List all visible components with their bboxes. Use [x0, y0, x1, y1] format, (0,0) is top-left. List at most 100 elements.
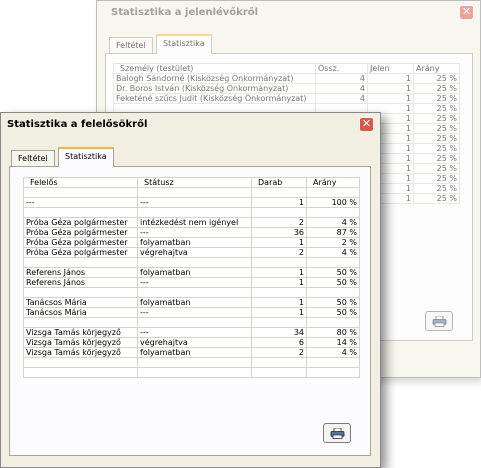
table-cell [251, 367, 307, 378]
table-row[interactable] [23, 257, 360, 268]
table-row[interactable] [23, 187, 360, 198]
table-cell [23, 357, 138, 368]
table-cell [251, 317, 307, 328]
window-title: Statisztika a felelősökről [1, 113, 380, 137]
table-cell: folyamatban [137, 237, 252, 248]
table-cell: 50 % [306, 267, 360, 278]
tab-feltetel[interactable]: Feltétel [11, 150, 55, 166]
table-cell: 87 % [306, 227, 360, 238]
table-cell [306, 357, 360, 368]
table-row[interactable]: Próba Géza polgármester intézkedést nem i… [23, 217, 360, 228]
table-row[interactable] [23, 317, 360, 328]
column-header-arany[interactable]: Arány [413, 63, 460, 74]
table-row[interactable]: Tanácsos Mária --- 1 50 % [23, 307, 360, 318]
table-row[interactable]: Referens János folyamatban 1 50 % [23, 267, 360, 278]
table-cell: 25 % [413, 163, 460, 174]
table-cell: 25 % [413, 123, 460, 134]
table-row[interactable]: --- --- 1 100 % [23, 197, 360, 208]
table-cell [306, 207, 360, 218]
table-cell: 1 [251, 197, 307, 208]
table-cell: 4 % [306, 347, 360, 358]
table-row[interactable]: Vizsga Tamás körjegyző végrehajtva 6 14 % [23, 337, 360, 348]
tab-statisztika[interactable]: Statisztika [156, 34, 212, 54]
table-cell: Referens János [23, 277, 138, 288]
table-cell: Próba Géza polgármester [23, 227, 138, 238]
column-header-statusz[interactable]: Státusz [137, 177, 252, 188]
tab-statisztika[interactable]: Statisztika [58, 147, 114, 167]
table-cell [251, 187, 307, 198]
table-row[interactable]: Balogh Sándorné (Kisközség Önkormányzat)… [113, 73, 460, 84]
table-row[interactable]: Dr. Boros István (Kisközség Önkormányzat… [113, 83, 460, 94]
table-cell: 25 % [413, 73, 460, 84]
table-cell: 25 % [413, 133, 460, 144]
table-cell: Próba Géza polgármester [23, 237, 138, 248]
column-header-ossz[interactable]: Össz. [315, 63, 368, 74]
printer-icon [432, 316, 447, 327]
table-cell: 4 [315, 83, 368, 94]
column-header-felelos[interactable]: Felelős [23, 177, 138, 188]
table-cell: Tanácsos Mária [23, 297, 138, 308]
table-cell [23, 187, 138, 198]
table-cell [137, 357, 252, 368]
tab-feltetel[interactable]: Feltétel [109, 37, 153, 53]
table-row[interactable]: Referens János --- 1 50 % [23, 277, 360, 288]
column-header-arany[interactable]: Arány [306, 177, 360, 188]
table-cell: 4 % [306, 247, 360, 258]
table-header: Személy (testület) Össz. Jelen Arány [113, 63, 460, 74]
table-cell: 25 % [413, 93, 460, 104]
table-cell: 25 % [413, 173, 460, 184]
table-cell [251, 207, 307, 218]
table-cell [306, 367, 360, 378]
column-header-darab[interactable]: Darab [251, 177, 307, 188]
table-cell: 1 [251, 297, 307, 308]
printer-icon [330, 428, 345, 439]
table-cell [251, 287, 307, 298]
table-row[interactable] [23, 207, 360, 218]
table-row[interactable]: Tanácsos Mária folyamatban 1 50 % [23, 297, 360, 308]
table-cell [251, 357, 307, 368]
table-cell: 2 [251, 247, 307, 258]
table-cell: --- [23, 197, 138, 208]
table-row[interactable] [23, 367, 360, 378]
print-button[interactable] [323, 423, 351, 443]
column-header-szemely[interactable]: Személy (testület) [113, 63, 316, 74]
table-cell [306, 287, 360, 298]
table-cell: --- [137, 227, 252, 238]
table-cell: 1 [367, 83, 414, 94]
table-row[interactable]: Feketéné szűcs Judit (Kisközség Önkormán… [113, 93, 460, 104]
table-cell: --- [137, 277, 252, 288]
table-row[interactable]: Próba Géza polgármester végrehajtva 2 4 % [23, 247, 360, 258]
table-cell: 14 % [306, 337, 360, 348]
table-cell [23, 317, 138, 328]
table-row[interactable]: Vizsga Tamás körjegyző folyamatban 2 4 % [23, 347, 360, 358]
table-cell [137, 207, 252, 218]
table-cell: 25 % [413, 83, 460, 94]
table-cell: intézkedést nem igényel [137, 217, 252, 228]
table-cell: 50 % [306, 277, 360, 288]
table-row[interactable] [23, 287, 360, 298]
table-cell: 4 % [306, 217, 360, 228]
table-cell [306, 317, 360, 328]
table-cell: --- [137, 327, 252, 338]
table-cell: 4 [315, 93, 368, 104]
table-row[interactable]: Próba Géza polgármester --- 36 87 % [23, 227, 360, 238]
close-icon[interactable]: ✕ [359, 117, 374, 132]
table-cell: 25 % [413, 193, 460, 204]
table-cell: Próba Géza polgármester [23, 247, 138, 258]
table-cell [137, 287, 252, 298]
table-row[interactable]: Vizsga Tamás körjegyző --- 34 80 % [23, 327, 360, 338]
table-cell: 80 % [306, 327, 360, 338]
table-cell: Dr. Boros István (Kisközség Önkormányzat… [113, 83, 316, 94]
table-cell: 1 [251, 237, 307, 248]
table-cell: 1 [251, 307, 307, 318]
table-cell [137, 367, 252, 378]
print-button[interactable] [425, 311, 453, 331]
table-cell: --- [137, 307, 252, 318]
table-cell: 25 % [413, 153, 460, 164]
table-row[interactable] [23, 357, 360, 368]
table-row[interactable]: Próba Géza polgármester folyamatban 1 2 % [23, 237, 360, 248]
column-header-jelen[interactable]: Jelen [367, 63, 414, 74]
table-cell: Vizsga Tamás körjegyző [23, 327, 138, 338]
table-cell: 36 [251, 227, 307, 238]
close-icon[interactable]: ✕ [459, 5, 474, 20]
